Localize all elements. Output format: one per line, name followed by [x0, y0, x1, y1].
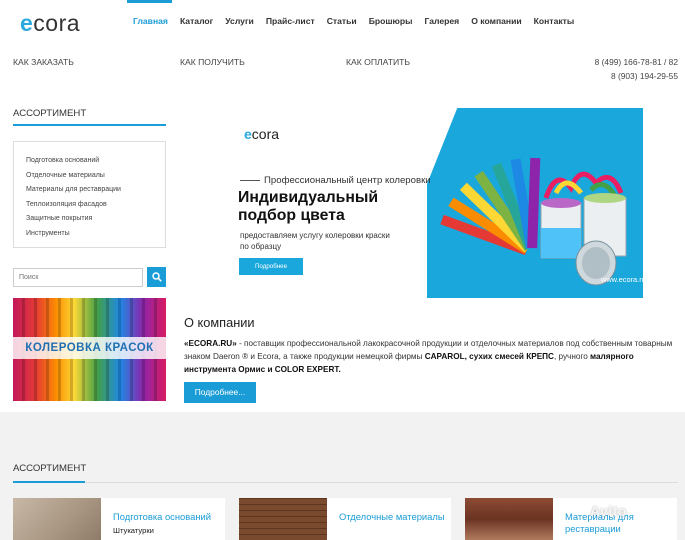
- active-nav-indicator: [127, 0, 172, 3]
- search-button[interactable]: [147, 267, 166, 287]
- assortment-card[interactable]: Отделочные материалы: [239, 498, 451, 540]
- site-logo[interactable]: ecora: [20, 10, 80, 37]
- promo-label: КОЛЕРОВКА КРАСОК: [13, 337, 166, 359]
- assortment-title: АССОРТИМЕНТ: [13, 463, 87, 474]
- card-title[interactable]: Отделочные материалы: [339, 511, 449, 523]
- phone-primary[interactable]: 8 (499) 166-78-81 / 82: [595, 57, 678, 67]
- how-to-receive-link[interactable]: КАК ПОЛУЧИТЬ: [180, 57, 245, 67]
- nav-articles[interactable]: Статьи: [327, 16, 357, 26]
- hero-banner[interactable]: ecora Профессиональный центр колеровки И…: [181, 108, 643, 298]
- card-subtitle[interactable]: Штукатурки: [113, 526, 154, 535]
- category-item[interactable]: Защитные покрытия: [14, 212, 165, 227]
- about-text: «ECORA.RU» - поставщик профессиональной …: [184, 339, 673, 374]
- category-item[interactable]: Материалы для реставрации: [14, 183, 165, 198]
- how-to-pay-link[interactable]: КАК ОПЛАТИТЬ: [346, 57, 410, 67]
- nav-gallery[interactable]: Галерея: [424, 16, 459, 26]
- hero-rule: [240, 180, 260, 181]
- category-item[interactable]: Инструменты: [14, 227, 165, 242]
- card-image: [465, 498, 553, 540]
- category-item[interactable]: Отделочные материалы: [14, 169, 165, 184]
- nav-catalog[interactable]: Каталог: [180, 16, 213, 26]
- nav-services[interactable]: Услуги: [225, 16, 254, 26]
- category-item[interactable]: Подготовка оснований: [14, 154, 165, 169]
- hero-subtitle: Профессиональный центр колеровки: [264, 175, 431, 186]
- nav-about[interactable]: О компании: [471, 16, 521, 26]
- about-title: О компании: [184, 315, 255, 330]
- site-header: ecora Главная Каталог Услуги Прайс-лист …: [0, 0, 685, 92]
- main-content: ecora Профессиональный центр колеровки И…: [175, 92, 685, 412]
- nav-brochures[interactable]: Брошюры: [369, 16, 413, 26]
- about-more-button[interactable]: Подробнее...: [184, 382, 256, 403]
- sidebar-title-underline: [13, 124, 166, 126]
- hero-more-button[interactable]: Подробнее: [239, 258, 303, 275]
- main-nav: Главная Каталог Услуги Прайс-лист Статьи…: [133, 16, 586, 26]
- category-list: Подготовка оснований Отделочные материал…: [13, 141, 166, 248]
- nav-contacts[interactable]: Контакты: [534, 16, 575, 26]
- nav-home[interactable]: Главная: [133, 16, 168, 26]
- hero-title: Индивидуальный подбор цвета: [238, 189, 379, 224]
- hero-url: www.ecora.ru: [601, 275, 643, 284]
- assortment-divider: [13, 482, 678, 483]
- assortment-card[interactable]: Материалы для реставрации: [465, 498, 677, 540]
- sidebar: АССОРТИМЕНТ Подготовка оснований Отделоч…: [0, 92, 175, 412]
- assortment-card[interactable]: Подготовка оснований Штукатурки: [13, 498, 225, 540]
- sidebar-title: АССОРТИМЕНТ: [13, 108, 87, 119]
- avito-watermark: Avito: [590, 503, 627, 519]
- phone-secondary[interactable]: 8 (903) 194-29-55: [611, 71, 678, 81]
- card-image: [13, 498, 101, 540]
- how-to-order-link[interactable]: КАК ЗАКАЗАТЬ: [13, 57, 74, 67]
- search-icon: [152, 272, 162, 282]
- card-image: [239, 498, 327, 540]
- hero-description: предоставляем услугу колеровки краски по…: [240, 231, 390, 251]
- tinting-promo-banner[interactable]: КОЛЕРОВКА КРАСОК: [13, 298, 166, 401]
- category-item[interactable]: Теплоизоляция фасадов: [14, 198, 165, 213]
- search-input[interactable]: [13, 268, 143, 287]
- hero-logo: ecora: [244, 126, 280, 142]
- nav-price-list[interactable]: Прайс-лист: [266, 16, 315, 26]
- assortment-title-underline: [13, 481, 85, 483]
- card-title[interactable]: Подготовка оснований: [113, 511, 223, 523]
